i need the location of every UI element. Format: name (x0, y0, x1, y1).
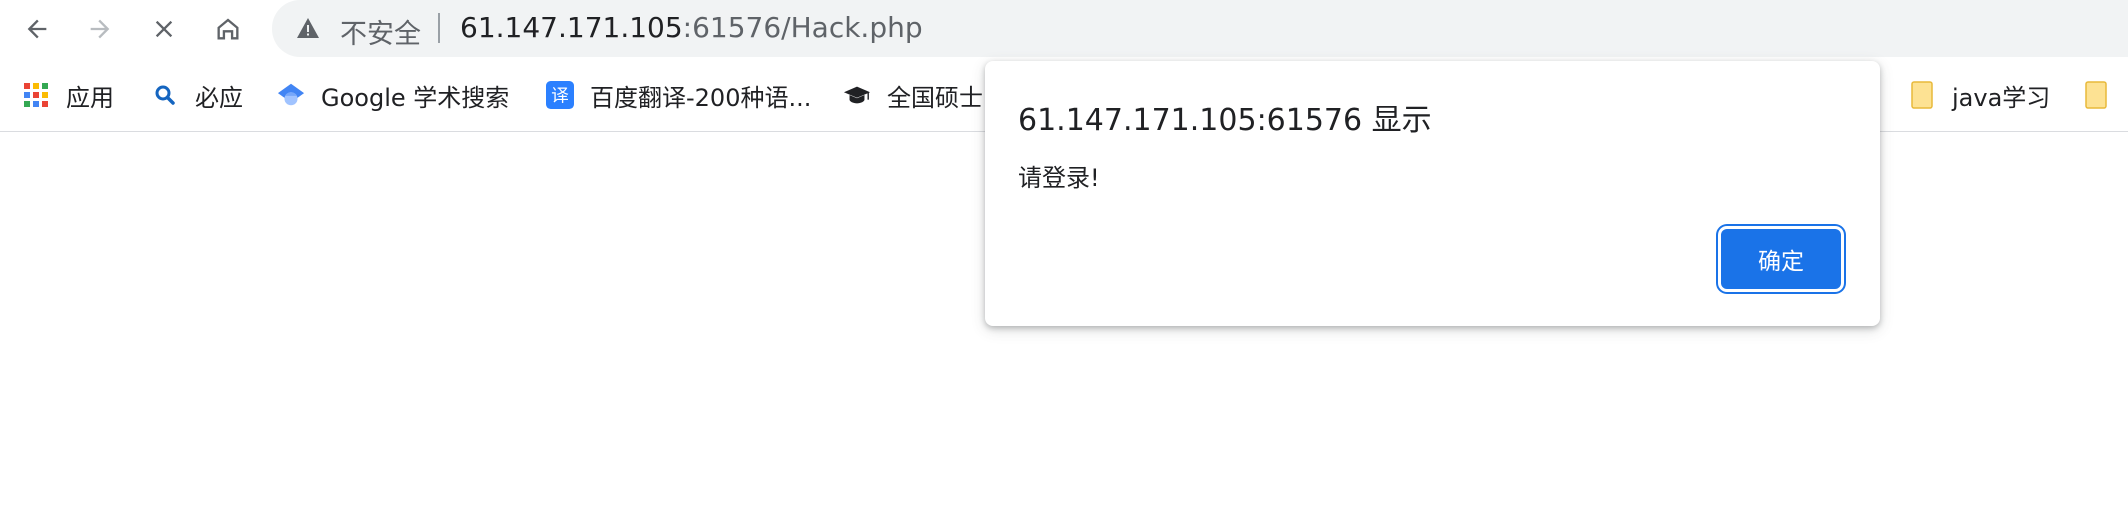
bookmark-folder-overflow[interactable] (2082, 72, 2126, 118)
bookmark-label: 全国硕士 (887, 83, 983, 112)
dialog-title: 61.147.171.105:61576 显示 (1018, 103, 1432, 138)
bookmark-google-scholar[interactable]: Google 学术搜索 (277, 72, 509, 118)
home-button[interactable] (207, 8, 249, 50)
bookmark-graduate-exam[interactable]: 全国硕士 (843, 72, 983, 118)
baidu-translate-icon: 译 (546, 81, 574, 109)
url-host: 61.147.171.105 (460, 11, 683, 44)
bookmark-java-folder[interactable]: java学习 (1908, 72, 2050, 118)
forward-button[interactable] (79, 8, 121, 50)
address-bar[interactable]: 不安全 61.147.171.105:61576/Hack.php (272, 0, 2128, 57)
forward-icon (90, 19, 110, 39)
warning-icon (297, 18, 319, 38)
bookmark-label: 百度翻译-200种语... (590, 83, 812, 112)
bing-search-icon (151, 81, 179, 109)
url-path: :61576/Hack.php (682, 11, 923, 44)
address-separator (438, 13, 440, 43)
google-scholar-icon (277, 81, 305, 109)
bookmark-label: Google 学术搜索 (321, 83, 510, 112)
alert-dialog: 61.147.171.105:61576 显示 请登录! 确定 (985, 61, 1880, 326)
url-text[interactable]: 61.147.171.105:61576/Hack.php (460, 11, 923, 44)
apps-grid-icon (22, 81, 50, 109)
stop-button[interactable] (143, 8, 185, 50)
browser-toolbar: 不安全 61.147.171.105:61576/Hack.php (0, 0, 2128, 57)
bookmark-apps[interactable]: 应用 (22, 72, 114, 118)
back-icon (27, 19, 47, 39)
stop-icon (155, 20, 173, 38)
bookmark-label: 必应 (195, 83, 243, 112)
folder-icon (1908, 81, 1936, 109)
bookmark-bing[interactable]: 必应 (151, 72, 243, 118)
security-status-label[interactable]: 不安全 (340, 12, 421, 51)
folder-icon (2082, 81, 2110, 109)
dialog-message: 请登录! (1018, 164, 1100, 192)
bookmark-label: java学习 (1952, 83, 2051, 112)
back-button[interactable] (16, 8, 58, 50)
svg-text:译: 译 (551, 86, 569, 107)
graduation-cap-icon (843, 81, 871, 109)
ok-button[interactable]: 确定 (1721, 229, 1841, 289)
home-icon (217, 18, 239, 40)
bookmark-label: 应用 (66, 83, 114, 112)
bookmark-baidu-translate[interactable]: 译 百度翻译-200种语... (546, 72, 811, 118)
